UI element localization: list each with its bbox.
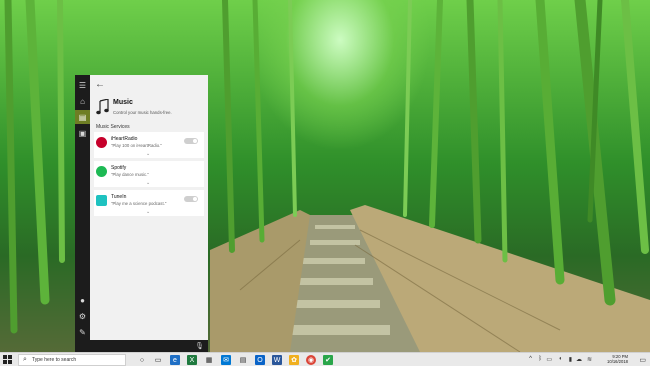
onedrive-icon[interactable]: ☁ — [576, 356, 582, 363]
chevron-down-icon[interactable]: ⌄ — [146, 151, 150, 157]
system-clock[interactable]: 9:20 PM 10/16/2018 — [607, 354, 628, 364]
battery-icon[interactable]: ▮ — [569, 356, 572, 363]
chevron-down-icon[interactable]: ⌄ — [146, 180, 150, 186]
music-skills-panel: ← Music Control your music hands-free. M… — [90, 75, 208, 340]
cortana-panel: ☰ ⌂ ▤ ▣ ● ⚙ ✎ ← Music Control your music… — [75, 75, 208, 352]
windows-start-icon[interactable] — [3, 355, 12, 364]
wifi-icon[interactable]: ≋ — [587, 356, 592, 363]
settings-icon[interactable]: ⚙ — [75, 309, 90, 323]
music-header: Music Control your music hands-free. — [96, 99, 204, 122]
outlook-icon[interactable]: O — [255, 355, 265, 365]
service-name: iHeartRadio — [111, 136, 138, 142]
devices-icon[interactable]: ▣ — [75, 126, 90, 140]
chevron-up-icon[interactable]: ^ — [529, 356, 532, 362]
network-icon[interactable]: ▭ — [546, 356, 552, 363]
service-card-tunein[interactable]: TuneIn "Play me a science podcast." ⌄ — [94, 190, 204, 216]
taskbar-search-box[interactable]: ⌕ Type here to search — [18, 354, 126, 366]
task-view-icon[interactable]: ▭ — [153, 355, 163, 365]
spotify-logo-icon — [96, 166, 107, 177]
service-name: TuneIn — [111, 194, 127, 200]
service-example: "Play dance music." — [111, 172, 149, 177]
avatar-icon[interactable]: ● — [75, 293, 90, 307]
task-view-icon[interactable]: ○ — [137, 355, 147, 365]
taskbar: ⌕ Type here to search ○ ▭ e X ▦ ✉ ▤ O W … — [0, 352, 650, 366]
paint-icon[interactable]: ✿ — [289, 355, 299, 365]
page-subtitle: Control your music hands-free. — [113, 110, 172, 115]
service-example: "Play me a science podcast." — [111, 201, 167, 206]
tunein-logo-icon — [96, 195, 107, 206]
search-placeholder: Type here to search — [32, 357, 77, 363]
music-note-icon — [96, 99, 109, 115]
action-center-icon[interactable]: ▭ — [639, 356, 646, 364]
word-icon[interactable]: W — [272, 355, 282, 365]
iheartradio-logo-icon — [96, 137, 107, 148]
service-toggle[interactable] — [184, 196, 198, 202]
feedback-icon[interactable]: ✎ — [75, 325, 90, 339]
excel-icon[interactable]: X — [187, 355, 197, 365]
bluetooth-icon[interactable]: ᛒ — [538, 356, 542, 362]
notebook-icon[interactable]: ▤ — [75, 110, 90, 124]
service-card-spotify[interactable]: Spotify "Play dance music." ⌄ — [94, 161, 204, 187]
chevron-down-icon[interactable]: ⌄ — [146, 209, 150, 215]
explorer-icon[interactable]: ▤ — [238, 355, 248, 365]
clock-date: 10/16/2018 — [607, 359, 628, 364]
section-label: Music Services — [96, 124, 130, 130]
vpn-icon[interactable]: ✔ — [323, 355, 333, 365]
service-name: Spotify — [111, 165, 127, 171]
edge-icon[interactable]: e — [170, 355, 180, 365]
service-toggle[interactable] — [184, 138, 198, 144]
mail-icon[interactable]: ✉ — [221, 355, 231, 365]
store-icon[interactable]: ▦ — [204, 355, 214, 365]
microphone-icon[interactable]: 🎙 — [195, 342, 204, 350]
service-example: "Play 100 on iHeartRadio." — [111, 143, 162, 148]
chrome-icon[interactable]: ◉ — [306, 355, 316, 365]
service-card-iheartradio[interactable]: iHeartRadio "Play 100 on iHeartRadio." ⌄ — [94, 132, 204, 158]
cortana-input-bar[interactable]: 🎙 — [90, 340, 208, 352]
back-button[interactable]: ← — [95, 79, 105, 90]
page-title: Music — [113, 99, 133, 106]
home-icon[interactable]: ⌂ — [75, 94, 90, 108]
search-icon: ⌕ — [23, 356, 27, 363]
menu-icon[interactable]: ☰ — [75, 78, 90, 92]
cortana-sidebar: ☰ ⌂ ▤ ▣ ● ⚙ ✎ — [75, 75, 90, 352]
volume-icon[interactable]: ◖ — [558, 356, 562, 362]
